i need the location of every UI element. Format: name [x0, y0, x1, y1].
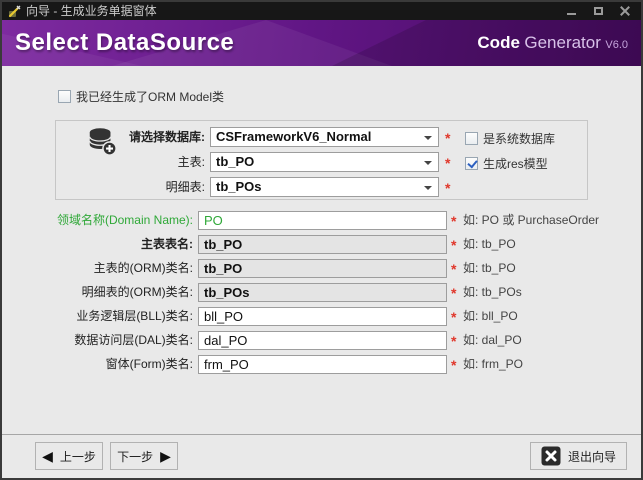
page-header: Select DataSource Code Generator V6.0: [2, 20, 641, 66]
domain-name-input[interactable]: PO: [198, 211, 447, 230]
maximize-button[interactable]: [592, 5, 604, 17]
wizard-window: 向导 - 生成业务单据窗体 Select DataSource Code Gen…: [0, 0, 643, 480]
detail-orm-class-hint: 如: tb_POs: [463, 285, 522, 299]
dal-class-label: 数据访问层(DAL)类名:: [74, 333, 193, 347]
form-class-label: 窗体(Form)类名:: [105, 357, 193, 371]
footer-bar: ◀ 上一步 下一步 ▶ 退出向导: [2, 434, 641, 478]
form-class-input[interactable]: frm_PO: [198, 355, 447, 374]
required-mark: *: [451, 357, 457, 373]
required-mark: *: [445, 155, 451, 171]
database-select-label: 请选择数据库:: [129, 130, 205, 144]
required-mark: *: [445, 130, 451, 146]
dal-class-hint: 如: dal_PO: [463, 333, 522, 347]
checkbox-box-icon: [58, 90, 71, 103]
main-orm-class-label: 主表的(ORM)类名:: [93, 261, 193, 275]
required-mark: *: [451, 237, 457, 253]
window-controls: [565, 5, 635, 17]
arrow-left-icon: ◀: [42, 448, 53, 464]
main-table-select-label: 主表:: [177, 155, 205, 169]
res-model-checkbox[interactable]: 生成res模型: [465, 155, 548, 172]
main-table-select[interactable]: tb_PO: [210, 152, 439, 172]
required-mark: *: [451, 285, 457, 301]
main-orm-class-hint: 如: tb_PO: [463, 261, 516, 275]
close-icon: [620, 6, 630, 16]
titlebar: 向导 - 生成业务单据窗体: [2, 2, 641, 20]
main-orm-class-field: tb_PO: [198, 259, 447, 278]
required-mark: *: [451, 309, 457, 325]
page-title: Select DataSource: [15, 29, 235, 56]
wizard-app-icon: [8, 5, 21, 17]
detail-table-select-label: 明细表:: [165, 180, 205, 194]
bll-class-hint: 如: bll_PO: [463, 309, 518, 323]
main-table-name-label: 主表表名:: [141, 237, 193, 251]
system-db-checkbox[interactable]: 是系统数据库: [465, 130, 555, 147]
database-select[interactable]: CSFrameworkV6_Normal: [210, 127, 439, 147]
required-mark: *: [451, 261, 457, 277]
orm-model-checkbox[interactable]: 我已经生成了ORM Model类: [58, 88, 224, 105]
bll-class-label: 业务逻辑层(BLL)类名:: [76, 309, 193, 323]
system-db-checkbox-label: 是系统数据库: [483, 132, 556, 146]
maximize-icon: [593, 7, 603, 15]
exit-wizard-button[interactable]: 退出向导: [530, 442, 627, 470]
prev-step-button[interactable]: ◀ 上一步: [35, 442, 103, 470]
orm-model-checkbox-label: 我已经生成了ORM Model类: [76, 90, 225, 104]
detail-orm-class-field: tb_POs: [198, 283, 447, 302]
required-mark: *: [451, 333, 457, 349]
next-step-button[interactable]: 下一步 ▶: [110, 442, 178, 470]
checkbox-box-icon: [465, 157, 478, 170]
minimize-button[interactable]: [565, 5, 577, 17]
domain-name-hint: 如: PO 或 PurchaseOrder: [463, 213, 600, 227]
brand-version: V6.0: [605, 39, 628, 51]
main-table-name-hint: 如: tb_PO: [463, 237, 516, 251]
bll-class-input[interactable]: bll_PO: [198, 307, 447, 326]
next-step-label: 下一步: [117, 449, 154, 464]
prev-step-label: 上一步: [59, 449, 96, 464]
main-table-name-field: tb_PO: [198, 235, 447, 254]
brand-code: Code: [477, 33, 520, 52]
exit-x-icon: [541, 446, 561, 466]
close-button[interactable]: [619, 5, 631, 17]
checkbox-box-icon: [465, 132, 478, 145]
required-mark: *: [451, 213, 457, 229]
brand-logo: Code Generator V6.0: [477, 20, 628, 66]
minimize-icon: [566, 12, 576, 15]
res-model-checkbox-label: 生成res模型: [483, 157, 548, 171]
form-class-hint: 如: frm_PO: [463, 357, 524, 371]
detail-table-select[interactable]: tb_POs: [210, 177, 439, 197]
domain-name-label: 领域名称(Domain Name):: [56, 213, 193, 227]
detail-orm-class-label: 明细表的(ORM)类名:: [81, 285, 193, 299]
brand-generator: Generator: [524, 33, 601, 52]
required-mark: *: [445, 180, 451, 196]
window-title: 向导 - 生成业务单据窗体: [26, 4, 157, 18]
arrow-right-icon: ▶: [160, 448, 171, 464]
exit-wizard-label: 退出向导: [567, 449, 616, 464]
dal-class-input[interactable]: dal_PO: [198, 331, 447, 350]
